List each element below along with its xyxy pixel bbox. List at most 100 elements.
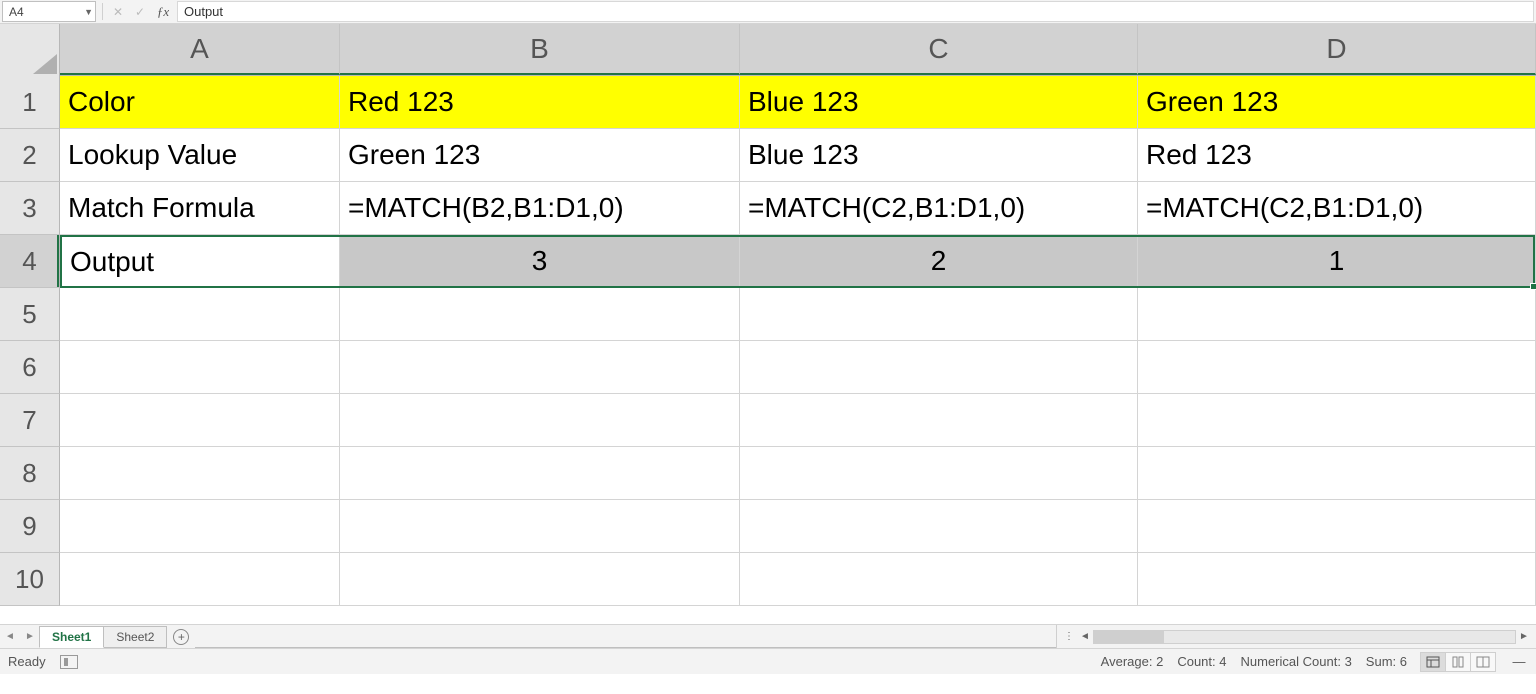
table-row: 8	[0, 447, 1536, 500]
scroll-split-icon[interactable]: ⋮	[1061, 631, 1077, 642]
table-row: 1 Color Red 123 Blue 123 Green 123	[0, 76, 1536, 129]
row-header-9[interactable]: 9	[0, 500, 60, 553]
col-header-A[interactable]: A	[60, 24, 340, 75]
cell-A4[interactable]	[60, 235, 340, 288]
name-box[interactable]: A4 ▼	[2, 1, 96, 22]
cell-B10[interactable]	[340, 553, 740, 606]
cell-B5[interactable]	[340, 288, 740, 341]
row-header-10[interactable]: 10	[0, 553, 60, 606]
zoom-control[interactable]: —	[1510, 654, 1528, 669]
grid-rows: 1 Color Red 123 Blue 123 Green 123 2 Loo…	[0, 76, 1536, 606]
cell-B3[interactable]: =MATCH(B2,B1:D1,0)	[340, 182, 740, 235]
view-page-break-icon[interactable]	[1470, 652, 1496, 672]
row-header-1[interactable]: 1	[0, 76, 60, 129]
fx-icon[interactable]: ƒx	[151, 0, 175, 23]
horizontal-scrollbar[interactable]: ⋮ ◄ ►	[1056, 625, 1536, 648]
cell-D9[interactable]	[1138, 500, 1536, 553]
cell-D6[interactable]	[1138, 341, 1536, 394]
row-header-4[interactable]: 4	[0, 235, 60, 288]
col-header-B[interactable]: B	[340, 24, 740, 75]
scroll-left-icon[interactable]: ◄	[1077, 631, 1093, 642]
separator	[102, 3, 103, 20]
spreadsheet-grid[interactable]: A B C D 1 Color Red 123 Blue 123 Green 1…	[0, 24, 1536, 624]
scroll-thumb[interactable]	[1094, 631, 1164, 643]
formula-bar: A4 ▼ ✕ ✓ ƒx Output	[0, 0, 1536, 24]
status-numerical-count: Numerical Count: 3	[1241, 654, 1352, 669]
row-header-8[interactable]: 8	[0, 447, 60, 500]
cell-A5[interactable]	[60, 288, 340, 341]
cell-A8[interactable]	[60, 447, 340, 500]
cancel-formula-icon[interactable]: ✕	[107, 0, 129, 23]
table-row: 5	[0, 288, 1536, 341]
cell-C2[interactable]: Blue 123	[740, 129, 1138, 182]
name-box-value: A4	[9, 5, 24, 19]
sheet-tabs: Sheet1 Sheet2	[40, 625, 167, 648]
macro-record-icon[interactable]	[60, 655, 78, 669]
chevron-left-icon[interactable]: ◄	[5, 631, 15, 642]
status-average: Average: 2	[1101, 654, 1164, 669]
table-row: 7	[0, 394, 1536, 447]
cell-B7[interactable]	[340, 394, 740, 447]
cell-D7[interactable]	[1138, 394, 1536, 447]
add-sheet-button[interactable]: +	[167, 625, 195, 648]
status-bar: Ready Average: 2 Count: 4 Numerical Coun…	[0, 648, 1536, 674]
cell-D10[interactable]	[1138, 553, 1536, 606]
cell-A6[interactable]	[60, 341, 340, 394]
cell-B8[interactable]	[340, 447, 740, 500]
row-header-6[interactable]: 6	[0, 341, 60, 394]
table-row: 4 3 2 1	[0, 235, 1536, 288]
table-row: 6	[0, 341, 1536, 394]
cell-C8[interactable]	[740, 447, 1138, 500]
cell-A3[interactable]: Match Formula	[60, 182, 340, 235]
sheet-tab-sheet1[interactable]: Sheet1	[39, 626, 104, 648]
cell-A7[interactable]	[60, 394, 340, 447]
formula-input[interactable]: Output	[177, 1, 1534, 22]
row-header-5[interactable]: 5	[0, 288, 60, 341]
cell-D4[interactable]: 1	[1138, 235, 1536, 288]
zoom-out-icon[interactable]: —	[1510, 654, 1528, 669]
cell-C4[interactable]: 2	[740, 235, 1138, 288]
cell-D5[interactable]	[1138, 288, 1536, 341]
view-page-layout-icon[interactable]	[1445, 652, 1471, 672]
col-header-C[interactable]: C	[740, 24, 1138, 75]
cell-D3[interactable]: =MATCH(C2,B1:D1,0)	[1138, 182, 1536, 235]
scroll-track[interactable]	[1093, 630, 1516, 644]
accept-formula-icon[interactable]: ✓	[129, 0, 151, 23]
cell-D2[interactable]: Red 123	[1138, 129, 1536, 182]
cell-C7[interactable]	[740, 394, 1138, 447]
chevron-right-icon[interactable]: ►	[25, 631, 35, 642]
cell-B1[interactable]: Red 123	[340, 76, 740, 129]
row-header-3[interactable]: 3	[0, 182, 60, 235]
cell-B4[interactable]: 3	[340, 235, 740, 288]
chevron-down-icon[interactable]: ▼	[84, 7, 93, 17]
cell-A10[interactable]	[60, 553, 340, 606]
cell-C10[interactable]	[740, 553, 1138, 606]
row-header-2[interactable]: 2	[0, 129, 60, 182]
cell-C3[interactable]: =MATCH(C2,B1:D1,0)	[740, 182, 1138, 235]
tab-nav[interactable]: ◄ ►	[0, 625, 40, 648]
cell-A2[interactable]: Lookup Value	[60, 129, 340, 182]
view-buttons	[1421, 652, 1496, 672]
column-headers: A B C D	[0, 24, 1536, 76]
plus-icon: +	[173, 629, 189, 645]
cell-B2[interactable]: Green 123	[340, 129, 740, 182]
status-sum: Sum: 6	[1366, 654, 1407, 669]
cell-C6[interactable]	[740, 341, 1138, 394]
cell-C5[interactable]	[740, 288, 1138, 341]
cell-D1[interactable]: Green 123	[1138, 76, 1536, 129]
scroll-right-icon[interactable]: ►	[1516, 631, 1532, 642]
sheet-tab-sheet2[interactable]: Sheet2	[103, 626, 167, 647]
cell-B9[interactable]	[340, 500, 740, 553]
row-header-7[interactable]: 7	[0, 394, 60, 447]
table-row: 10	[0, 553, 1536, 606]
cell-A1[interactable]: Color	[60, 76, 340, 129]
cell-D8[interactable]	[1138, 447, 1536, 500]
cell-C1[interactable]: Blue 123	[740, 76, 1138, 129]
cell-B6[interactable]	[340, 341, 740, 394]
cell-A9[interactable]	[60, 500, 340, 553]
status-mode: Ready	[8, 654, 46, 669]
select-all-triangle[interactable]	[0, 24, 60, 76]
col-header-D[interactable]: D	[1138, 24, 1536, 75]
view-normal-icon[interactable]	[1420, 652, 1446, 672]
cell-C9[interactable]	[740, 500, 1138, 553]
